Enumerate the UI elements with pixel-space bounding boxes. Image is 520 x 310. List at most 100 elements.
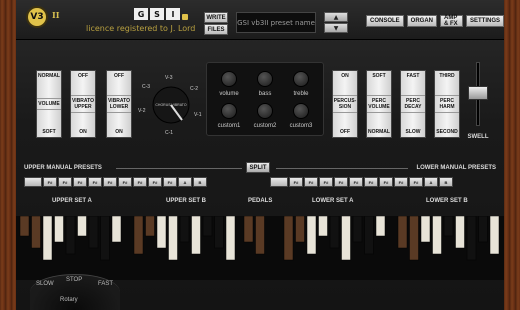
upper-preset-button[interactable]: F# [73, 177, 87, 187]
vibrato-selector[interactable]: C-3 V-3 C-2 V-2 C-1 V-1 CHORUS VIBRATO [138, 72, 204, 138]
drawbar[interactable] [225, 215, 236, 261]
lower-preset-button-b[interactable]: B [439, 177, 453, 187]
drawbar[interactable] [397, 215, 408, 249]
custom2-knob[interactable] [257, 103, 273, 119]
drawbar[interactable] [283, 215, 294, 261]
triangle-down-icon[interactable]: ▼ [324, 23, 348, 33]
drawbar[interactable] [202, 215, 213, 237]
lower-preset-button[interactable]: F# [394, 177, 408, 187]
drawbar[interactable] [156, 215, 167, 249]
bass-knob[interactable] [257, 71, 273, 87]
rotary-stop[interactable]: STOP [66, 277, 82, 283]
lower-preset-button[interactable]: F# [349, 177, 363, 187]
drawbar[interactable] [466, 215, 477, 261]
drawbar[interactable] [443, 215, 454, 237]
tab-organ[interactable]: ORGAN [406, 15, 438, 27]
upper-preset-button-b[interactable]: B [193, 177, 207, 187]
tab-settings[interactable]: SETTINGS [465, 15, 504, 27]
split-button[interactable]: SPLIT [246, 162, 270, 173]
drawbar[interactable] [54, 215, 64, 243]
drawbar[interactable] [191, 215, 201, 255]
upper-preset-button[interactable]: F# [88, 177, 102, 187]
upper-preset-button[interactable]: F# [163, 177, 177, 187]
drawbar[interactable] [329, 215, 340, 249]
lower-preset-button[interactable]: F# [334, 177, 348, 187]
lower-preset-button-a[interactable]: A [424, 177, 438, 187]
volume-tab[interactable]: NORMAL VOLUME SOFT [36, 70, 62, 138]
drawbar[interactable] [100, 215, 110, 261]
drawbar[interactable] [88, 215, 99, 249]
drawbar[interactable] [133, 215, 144, 255]
drawbar[interactable] [352, 215, 363, 243]
drawbar[interactable] [179, 215, 190, 243]
tab-console[interactable]: CONSOLE [366, 15, 404, 27]
custom1-knob[interactable] [221, 103, 237, 119]
rotary-slow[interactable]: SLOW [36, 281, 54, 287]
upper-preset-button[interactable]: F# [43, 177, 57, 187]
vibrato-upper-tab[interactable]: OFF VIBRATO UPPER ON [70, 70, 96, 138]
upper-preset-button[interactable]: F# [148, 177, 162, 187]
drawbar[interactable] [420, 215, 431, 243]
drawbar[interactable] [478, 215, 488, 243]
perc-volume-tab[interactable]: SOFT PERC VOLUME NORMAL [366, 70, 392, 138]
selector-label-c2: C-2 [190, 86, 198, 92]
triangle-up-icon[interactable]: ▲ [324, 12, 348, 22]
lower-preset-button[interactable]: F# [304, 177, 318, 187]
upper-preset-button[interactable]: F# [103, 177, 117, 187]
drawbar[interactable] [65, 215, 76, 255]
upper-preset-button[interactable]: F# [58, 177, 72, 187]
percussion-tab[interactable]: ON PERCUS- SION OFF [332, 70, 358, 138]
drawbar[interactable] [214, 215, 224, 249]
upper-preset-button[interactable]: F# [133, 177, 147, 187]
drawbar[interactable] [364, 215, 374, 255]
drawbar[interactable] [318, 215, 328, 237]
volume-knob[interactable] [221, 71, 237, 87]
vibrato-lower-tab[interactable]: OFF VIBRATO LOWER ON [106, 70, 132, 138]
drawbar[interactable] [42, 215, 53, 261]
lower-preset-button[interactable]: F# [409, 177, 423, 187]
drawbar[interactable] [409, 215, 419, 261]
upper-preset-button[interactable] [24, 177, 42, 187]
drawbar[interactable] [243, 215, 254, 243]
drawbar[interactable] [432, 215, 442, 255]
volume-tab-bottom: SOFT [42, 129, 56, 135]
upper-preset-button-a[interactable]: A [178, 177, 192, 187]
preset-stepper[interactable]: ▲ ▼ [324, 12, 348, 33]
lower-preset-button[interactable]: F# [379, 177, 393, 187]
lower-preset-button[interactable]: F# [319, 177, 333, 187]
drawbar[interactable] [341, 215, 351, 261]
drawbar[interactable] [255, 215, 265, 255]
swell-handle[interactable] [468, 86, 488, 100]
control-panel: NORMAL VOLUME SOFT OFF VIBRATO UPPER ON … [16, 52, 504, 140]
lower-preset-button[interactable] [270, 177, 288, 187]
write-button[interactable]: WRITE [204, 12, 228, 23]
perc-decay-tab[interactable]: FAST PERC DECAY SLOW [400, 70, 426, 138]
drawbar[interactable] [306, 215, 317, 255]
swell-pedal[interactable]: SWELL [465, 62, 491, 142]
rotary-switch[interactable]: SLOW STOP FAST Rotary [30, 274, 120, 310]
drawbar[interactable] [489, 215, 500, 255]
drawbar[interactable] [295, 215, 305, 243]
drawbar[interactable] [19, 215, 30, 237]
rotary-fast[interactable]: FAST [98, 281, 113, 287]
lower-preset-button[interactable]: F# [289, 177, 303, 187]
drawbar[interactable] [455, 215, 465, 249]
upper-preset-button[interactable]: F# [118, 177, 132, 187]
drawbar[interactable] [77, 215, 87, 237]
preset-name-field[interactable]: GSI vb3II preset name [236, 12, 316, 33]
drawbar[interactable] [145, 215, 155, 237]
lower-preset-button[interactable]: F# [364, 177, 378, 187]
drawbar[interactable] [111, 215, 122, 243]
drawbars[interactable] [16, 215, 504, 280]
drawbar[interactable] [31, 215, 41, 249]
custom3-knob[interactable] [293, 103, 309, 119]
drawbar[interactable] [375, 215, 386, 237]
files-button[interactable]: FILES [204, 24, 228, 35]
treble-knob[interactable] [293, 71, 309, 87]
selector-label-c1: C-1 [165, 130, 173, 136]
drawbar[interactable] [168, 215, 178, 261]
perc-harm-tab[interactable]: THIRD PERC HARM SECOND [434, 70, 460, 138]
percussion-label: PERCUS- SION [333, 95, 357, 113]
bass-knob-label: bass [258, 91, 272, 97]
tab-amp-fx[interactable]: AMP & FX [440, 15, 463, 27]
